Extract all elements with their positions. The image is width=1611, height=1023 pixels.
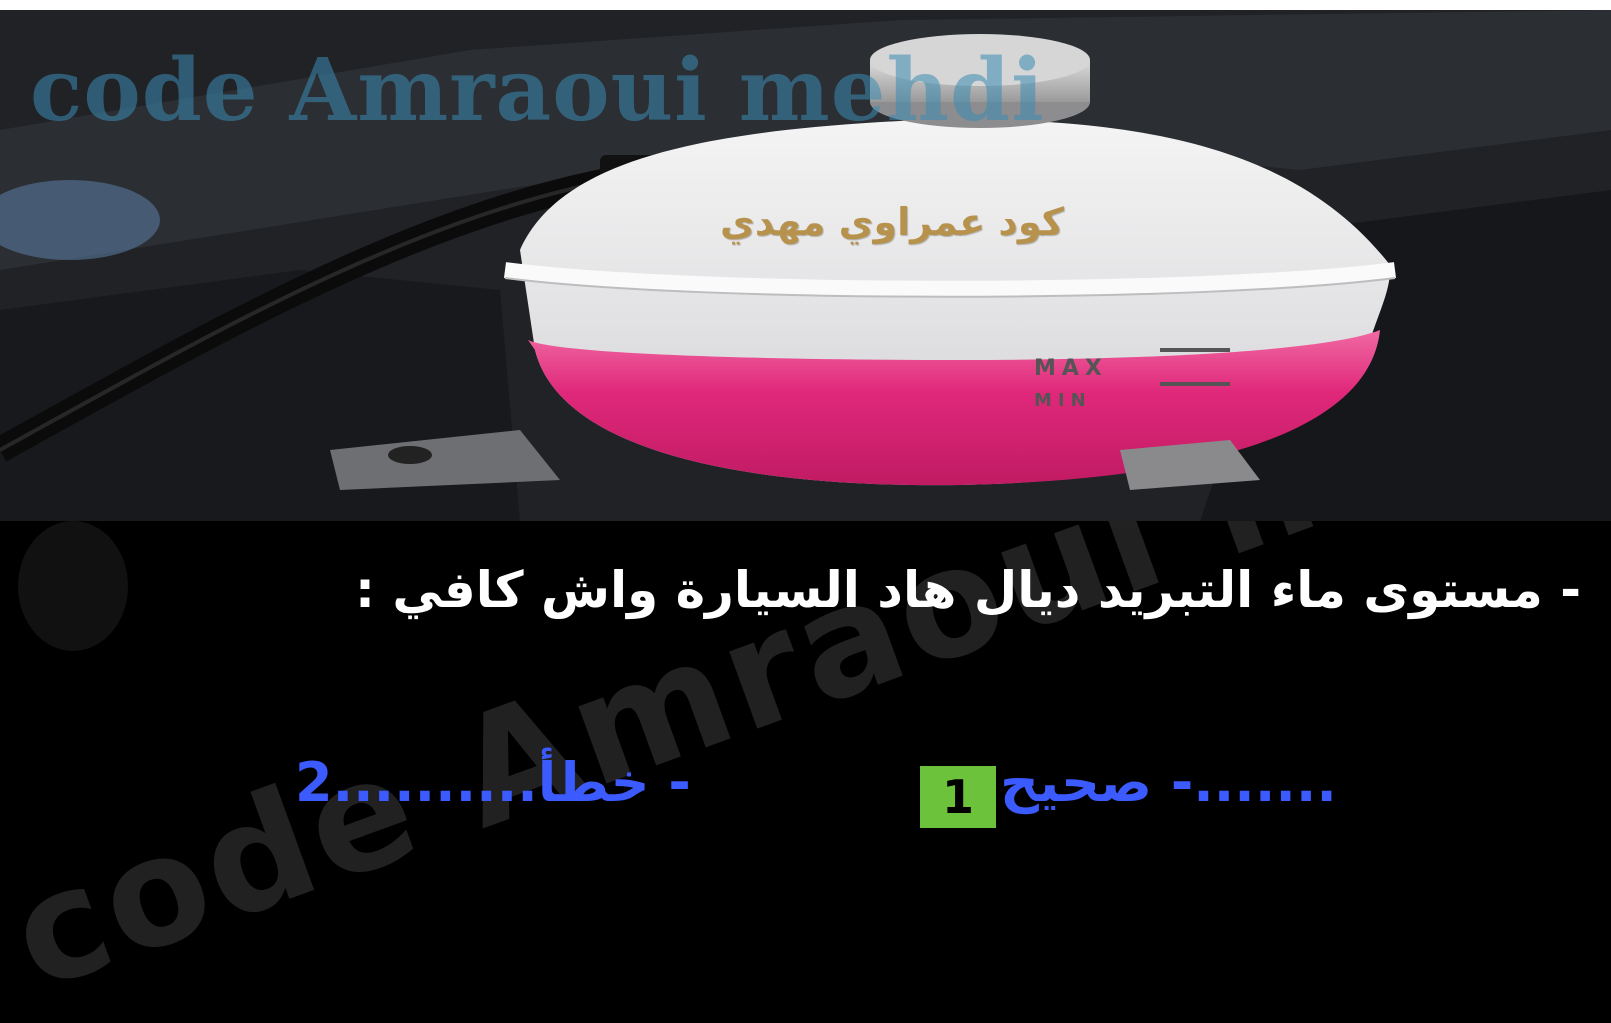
watermark-top: code Amraoui mehdi: [30, 40, 1045, 141]
selected-answer-badge: 1: [920, 766, 996, 828]
answer-option-false[interactable]: 2..........- خطأ: [295, 751, 691, 814]
min-level-mark: MIN: [1034, 390, 1092, 411]
quiz-panel: code Amraoui mehdi - مستوى ماء التبريد د…: [0, 521, 1611, 1023]
answer-false-number: 2: [295, 751, 333, 814]
answer-option-true[interactable]: .......- صحيح: [1000, 751, 1337, 814]
tank-watermark-label: كود عمراوي مهدي: [720, 200, 1064, 244]
coolant-tank-photo: code Amraoui mehdi كود عمراوي مهدي MAX M…: [0, 10, 1611, 521]
answer-true-dots: .......: [1193, 751, 1337, 814]
question-text: - مستوى ماء التبريد ديال هاد السيارة واش…: [355, 561, 1581, 619]
answer-options: .......- صحيح 2..........- خطأ: [0, 751, 1611, 841]
dark-blot: [18, 521, 128, 651]
answer-false-label: - خطأ: [537, 751, 691, 814]
max-level-mark: MAX: [1034, 356, 1108, 381]
answer-true-label: - صحيح: [1000, 751, 1194, 814]
top-border: [0, 0, 1611, 10]
answer-false-dots: ..........: [332, 751, 538, 814]
